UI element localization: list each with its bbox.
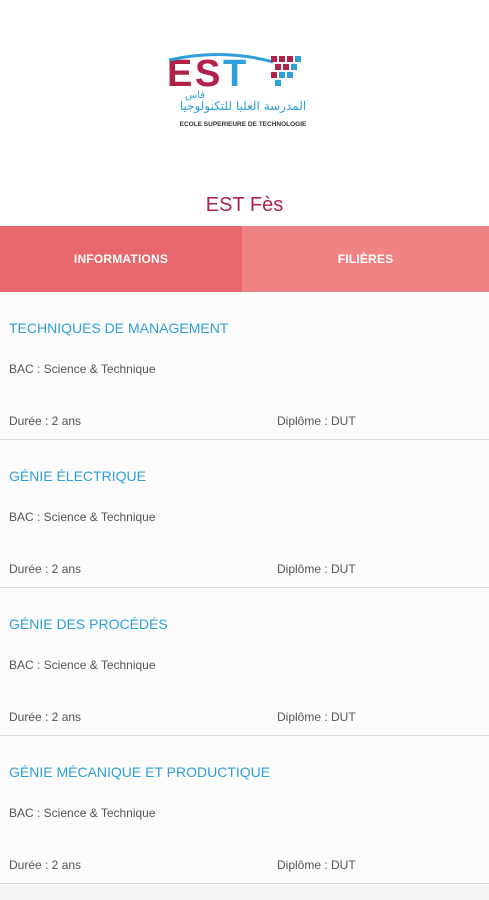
svg-text:T: T [223,53,246,95]
filiere-bac: BAC : Science & Technique [9,806,156,820]
filiere-diplome: Diplôme : DUT [277,858,356,872]
header: E S T المدرسة العليا للتكنولوجيا فاس ECO… [0,0,489,226]
svg-text:ECOLE SUPERIEURE DE TECHNOLOGI: ECOLE SUPERIEURE DE TECHNOLOGIE [180,121,307,128]
tab-informations[interactable]: INFORMATIONS [0,226,242,292]
tab-filieres[interactable]: FILIÈRES [242,226,489,292]
filiere-duree: Durée : 2 ans [9,858,82,872]
svg-text:فاس: فاس [185,90,205,101]
svg-text:S: S [195,53,219,95]
bottom-edge [0,886,489,900]
filiere-title: TECHNIQUES DE MANAGEMENT [9,320,229,336]
svg-text:المدرسة العليا للتكنولوجيا: المدرسة العليا للتكنولوجيا [180,99,306,114]
filiere-duree: Durée : 2 ans [9,414,82,428]
filiere-diplome: Diplôme : DUT [277,710,356,724]
filiere-title: GÉNIE MÉCANIQUE ET PRODUCTIQUE [9,764,271,780]
filiere-title: GÉNIE ÉLECTRIQUE [9,468,146,484]
list-item[interactable]: GÉNIE ÉLECTRIQUE BAC : Science & Techniq… [0,440,489,588]
list-item[interactable]: GÉNIE MÉCANIQUE ET PRODUCTIQUE BAC : Sci… [0,736,489,884]
filiere-duree: Durée : 2 ans [9,710,82,724]
est-logo: E S T المدرسة العليا للتكنولوجيا فاس ECO… [163,50,323,135]
app-title: EST Fès [205,194,284,216]
filieres-list: TECHNIQUES DE MANAGEMENT BAC : Science &… [0,292,489,900]
filiere-duree: Durée : 2 ans [9,562,82,576]
filiere-diplome: Diplôme : DUT [277,562,356,576]
filiere-diplome: Diplôme : DUT [277,414,356,428]
tab-bar: INFORMATIONS FILIÈRES [0,226,489,292]
filiere-title: GÉNIE DES PROCÉDÉS [9,616,168,632]
filiere-bac: BAC : Science & Technique [9,362,156,376]
filiere-bac: BAC : Science & Technique [9,658,156,672]
list-item[interactable]: TECHNIQUES DE MANAGEMENT BAC : Science &… [0,292,489,440]
list-item[interactable]: GÉNIE DES PROCÉDÉS BAC : Science & Techn… [0,588,489,736]
filiere-bac: BAC : Science & Technique [9,510,156,524]
